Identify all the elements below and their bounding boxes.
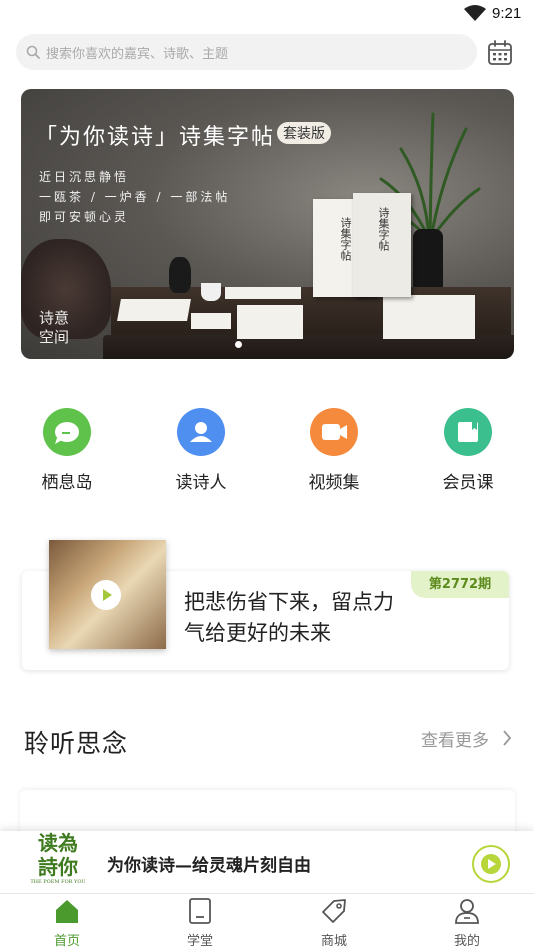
- quick-link-label: 读诗人: [175, 473, 227, 493]
- tea-cup: [201, 283, 221, 301]
- banner-edition-badge: 套装版: [277, 122, 331, 144]
- tab-label: 首页: [53, 934, 80, 949]
- logo-line: 詩你: [38, 855, 78, 879]
- logo-subtitle: THE POEM FOR YOU: [30, 879, 86, 885]
- app-logo: 读為 詩你 THE POEM FOR YOU: [30, 831, 86, 889]
- video-camera-icon: [310, 408, 358, 456]
- tablet-icon: [189, 898, 211, 924]
- home-icon: [56, 900, 78, 923]
- logo-line: 读為: [38, 831, 78, 855]
- user-icon: [455, 899, 479, 924]
- paper-sheet: [225, 287, 301, 299]
- quick-link-label: 视频集: [308, 473, 360, 493]
- quick-link-island[interactable]: 栖息岛: [32, 408, 102, 493]
- play-icon[interactable]: [91, 580, 121, 610]
- issue-badge: 第2772期: [411, 571, 509, 598]
- search-icon: [26, 45, 40, 59]
- wifi-icon: [464, 5, 486, 21]
- bottom-tab-bar: 首页 学堂 商城 我的: [0, 893, 534, 949]
- book-title: 诗集字帖: [339, 217, 352, 261]
- paper-sheet: [117, 299, 191, 321]
- tab-profile[interactable]: 我的: [427, 898, 507, 949]
- mini-player[interactable]: 读為 詩你 THE POEM FOR YOU 为你读诗—给灵魂片刻自由: [0, 831, 534, 893]
- play-icon: [481, 854, 501, 874]
- section-title: 聆听思念: [24, 729, 129, 758]
- quick-link-readers[interactable]: 读诗人: [166, 408, 236, 493]
- banner-line: 一瓯茶 / 一炉香 / 一部法帖: [39, 190, 231, 204]
- chat-bubble-icon: [43, 408, 91, 456]
- tab-label: 学堂: [186, 934, 213, 949]
- banner-tagline: 近日沉思静悟 一瓯茶 / 一炉香 / 一部法帖 即可安顿心灵: [39, 167, 230, 227]
- track-title[interactable]: 为你读诗—给灵魂片刻自由: [107, 851, 311, 876]
- banner-brand-line: 空间: [39, 328, 70, 346]
- quick-link-label: 栖息岛: [41, 473, 93, 493]
- search-bar[interactable]: 搜索你喜欢的嘉宾、诗歌、主题: [16, 34, 477, 70]
- banner-title: 「为你读诗」诗集字帖: [35, 125, 276, 150]
- quick-link-member-course[interactable]: 会员课: [433, 408, 503, 493]
- featured-thumbnail[interactable]: [49, 540, 166, 649]
- player-play-button[interactable]: [472, 845, 510, 883]
- tab-school[interactable]: 学堂: [160, 898, 240, 949]
- plant-pot: [413, 229, 443, 293]
- banner-brand: 诗意 空间: [39, 309, 69, 347]
- tab-store[interactable]: 商城: [294, 898, 374, 949]
- see-more-link[interactable]: 查看更多: [421, 726, 489, 751]
- quick-link-videos[interactable]: 视频集: [299, 408, 369, 493]
- tab-label: 我的: [453, 934, 480, 949]
- quick-link-label: 会员课: [442, 473, 494, 493]
- banner-line: 即可安顿心灵: [39, 210, 130, 224]
- book-icon: [444, 408, 492, 456]
- paper-sheet: [383, 295, 475, 339]
- tab-label: 商城: [320, 934, 347, 949]
- status-time: 9:21: [492, 5, 522, 22]
- tab-home[interactable]: 首页: [27, 898, 107, 949]
- calendar-icon[interactable]: [486, 39, 514, 67]
- promo-banner[interactable]: 诗集字帖 诗集字帖 「为你读诗」诗集字帖 套装版 近日沉思静悟 一瓯茶 / 一炉…: [21, 89, 514, 359]
- book-title: 诗集字帖: [377, 207, 390, 251]
- banner-line: 近日沉思静悟: [39, 170, 130, 184]
- vase: [169, 257, 191, 293]
- banner-brand-line: 诗意: [39, 309, 70, 327]
- status-bar: 9:21: [0, 0, 534, 28]
- tag-icon: [322, 899, 346, 923]
- search-placeholder[interactable]: 搜索你喜欢的嘉宾、诗歌、主题: [46, 43, 228, 62]
- chevron-right-icon[interactable]: [502, 729, 512, 747]
- book-cover: 诗集字帖: [353, 193, 411, 297]
- paper-sheet: [237, 305, 303, 339]
- paper-sheet: [191, 313, 231, 329]
- person-icon: [177, 408, 225, 456]
- carousel-indicator[interactable]: [235, 341, 242, 348]
- featured-headline[interactable]: 把悲伤省下来，留点力气给更好的未来: [184, 587, 404, 649]
